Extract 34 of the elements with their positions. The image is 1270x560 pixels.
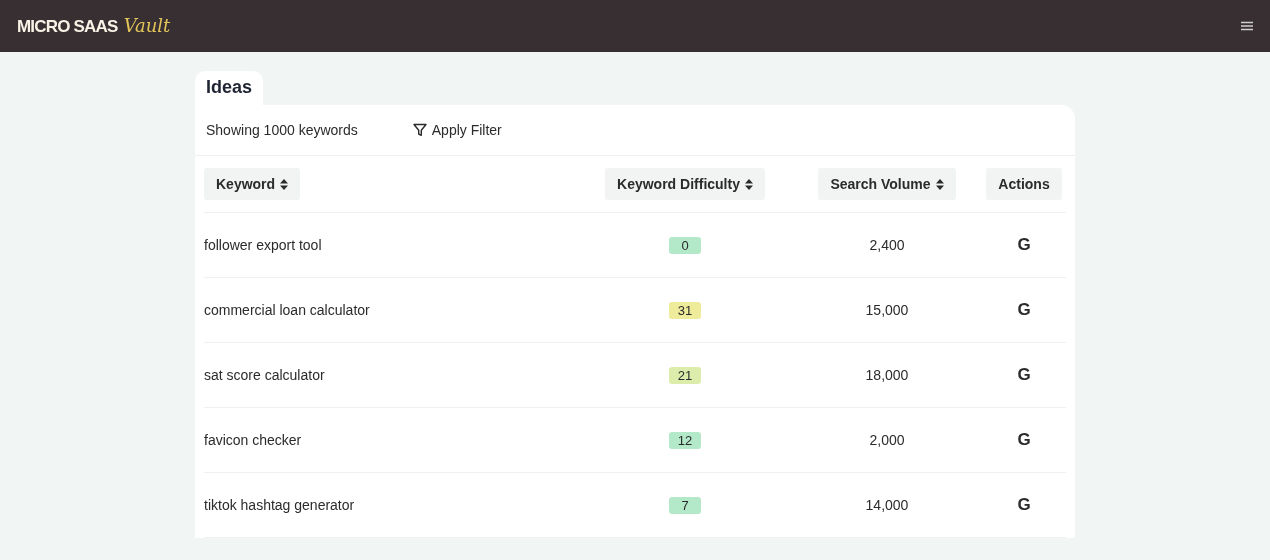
difficulty-badge: 12 <box>669 431 701 449</box>
sort-icon <box>744 178 753 190</box>
difficulty-badge: 21 <box>669 366 701 384</box>
difficulty-badge: 0 <box>669 236 701 254</box>
keyword-text: tiktok hashtag generator <box>204 497 355 513</box>
difficulty-badge: 7 <box>669 496 701 514</box>
column-header[interactable]: Actions <box>986 168 1062 200</box>
column-header[interactable]: Search Volume <box>818 168 956 200</box>
keyword-text: favicon checker <box>204 432 302 448</box>
google-search-link[interactable]: G <box>1017 300 1031 320</box>
filter-icon <box>412 123 427 137</box>
search-volume-text: 2,400 <box>869 237 905 253</box>
logo-script-text: Vault <box>123 15 171 36</box>
search-volume-text: 15,000 <box>865 302 909 318</box>
ideas-tab[interactable]: Ideas <box>195 71 264 105</box>
apply-filter-button[interactable]: Apply Filter <box>412 120 502 140</box>
google-search-link[interactable]: G <box>1017 365 1031 385</box>
menu-icon[interactable] <box>1241 21 1253 31</box>
column-header[interactable]: Keyword Difficulty <box>605 168 765 200</box>
keyword-count-text: Showing 1000 keywords <box>206 122 358 138</box>
keyword-text: follower export tool <box>204 237 322 253</box>
google-search-link[interactable]: G <box>1017 235 1031 255</box>
keyword-text: commercial loan calculator <box>204 302 370 318</box>
search-volume-text: 2,000 <box>869 432 905 448</box>
google-search-link[interactable]: G <box>1017 495 1031 515</box>
search-volume-text: 14,000 <box>865 497 909 513</box>
keyword-text: sat score calculator <box>204 367 325 383</box>
sort-icon <box>935 178 944 190</box>
sort-icon <box>280 178 289 190</box>
google-search-link[interactable]: G <box>1017 430 1031 450</box>
logo-text: MICRO SAAS <box>17 17 118 37</box>
difficulty-badge: 31 <box>669 301 701 319</box>
search-volume-text: 18,000 <box>865 367 909 383</box>
column-header[interactable]: Keyword <box>204 168 301 200</box>
